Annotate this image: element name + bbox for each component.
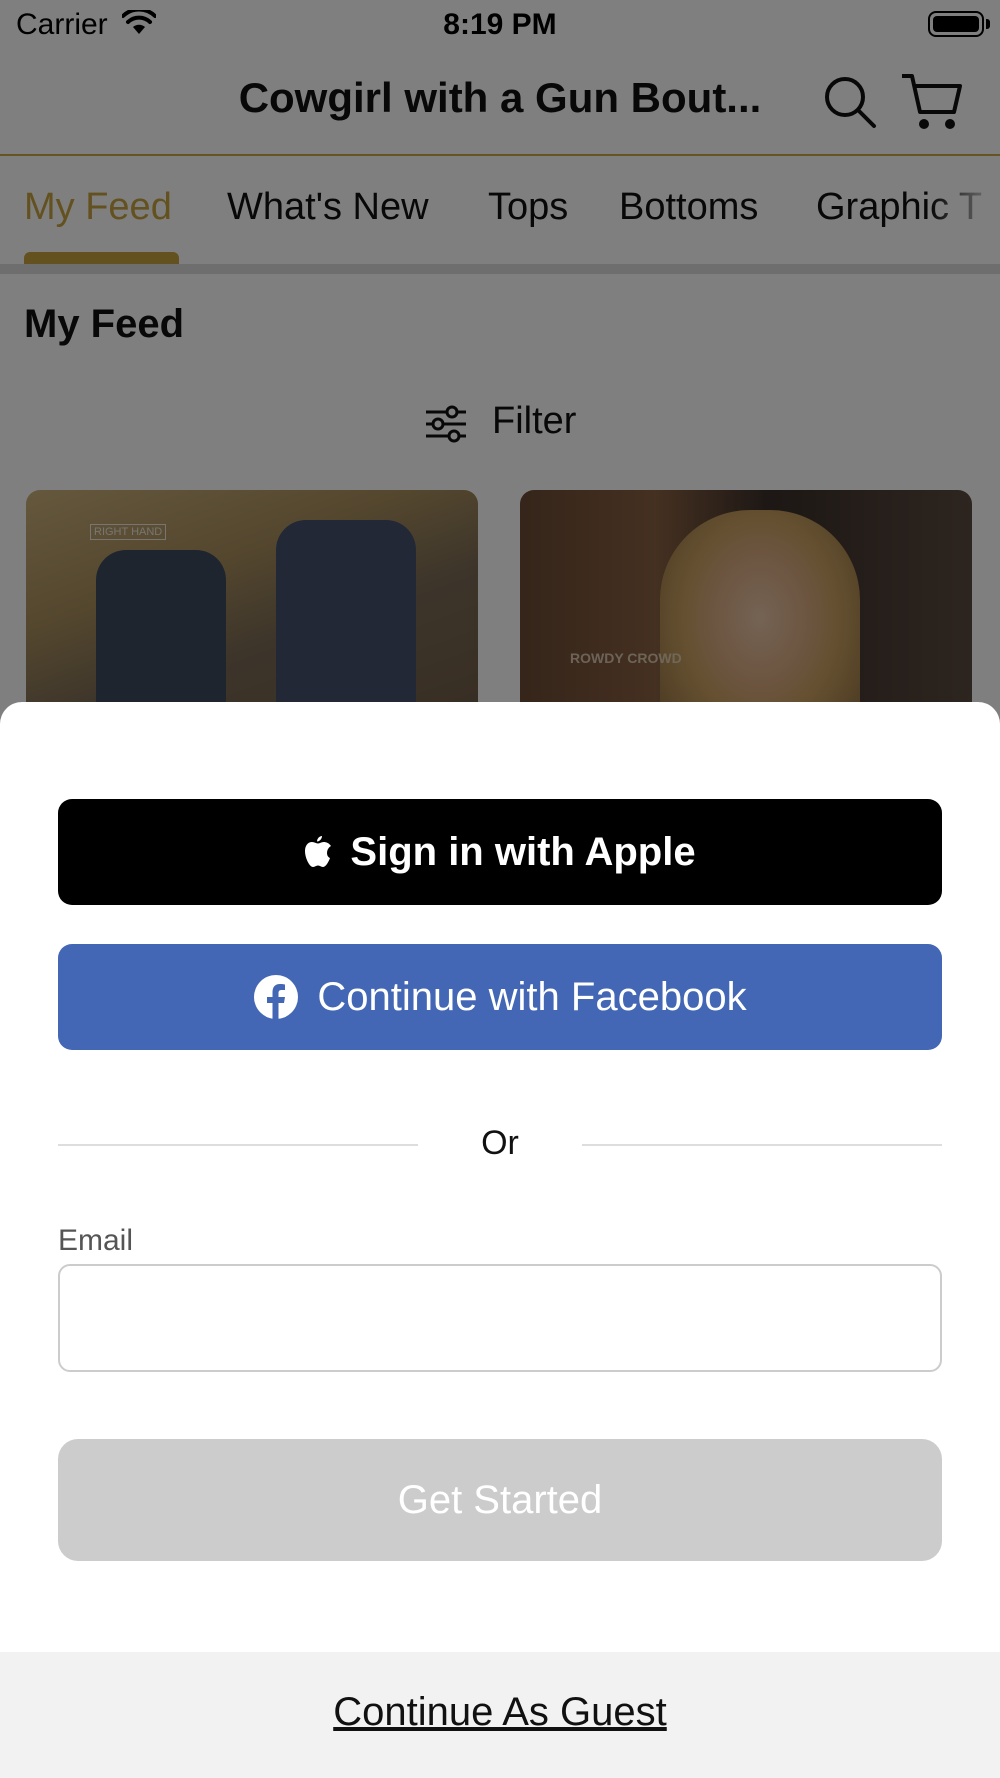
facebook-button-label: Continue with Facebook xyxy=(317,974,747,1019)
guest-footer: Continue As Guest xyxy=(0,1652,1000,1778)
email-label: Email xyxy=(58,1224,134,1257)
sign-in-with-apple-button[interactable]: Sign in with Apple xyxy=(58,799,942,905)
or-divider: Or xyxy=(58,1120,942,1170)
get-started-button[interactable]: Get Started xyxy=(58,1439,942,1561)
continue-with-facebook-button[interactable]: Continue with Facebook xyxy=(58,944,942,1050)
login-sheet: Sign in with Apple Continue with Faceboo… xyxy=(0,702,1000,1778)
get-started-label: Get Started xyxy=(397,1477,603,1522)
apple-icon xyxy=(304,835,332,869)
facebook-icon xyxy=(253,974,299,1020)
divider-line-right xyxy=(582,1144,942,1146)
apple-button-label: Sign in with Apple xyxy=(350,829,696,874)
continue-as-guest-link[interactable]: Continue As Guest xyxy=(0,1690,1000,1735)
email-field[interactable] xyxy=(58,1264,942,1372)
